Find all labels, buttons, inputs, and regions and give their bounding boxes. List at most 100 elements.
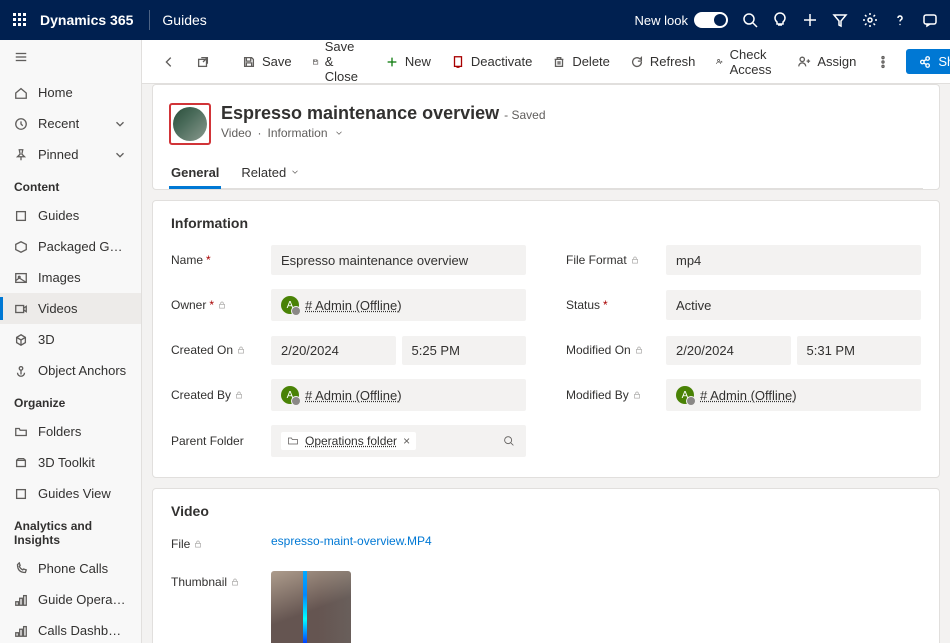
owner-lookup[interactable]: A# Admin (Offline): [271, 289, 526, 321]
nav-operator-sessions[interactable]: Guide Operator Sessi...: [0, 584, 141, 615]
record-thumbnail[interactable]: [173, 107, 207, 141]
nav-guides[interactable]: Guides: [0, 200, 141, 231]
lock-icon: [632, 390, 642, 400]
record-saved-state: - Saved: [504, 108, 545, 122]
lock-icon: [634, 345, 644, 355]
nav-guides-view[interactable]: Guides View: [0, 478, 141, 509]
field-modified-by: Modified By A# Admin (Offline): [566, 379, 921, 411]
section-content: Content: [0, 170, 141, 200]
lock-icon: [236, 345, 246, 355]
field-status: Status * Active: [566, 289, 921, 321]
nav-calls-dashboard[interactable]: Calls Dashboard: [0, 615, 141, 643]
chevron-down-icon[interactable]: [334, 128, 344, 138]
chevron-down-icon: [113, 148, 127, 162]
refresh-button[interactable]: Refresh: [622, 48, 704, 75]
lock-icon: [230, 577, 240, 587]
field-name: Name * Espresso maintenance overview: [171, 245, 526, 275]
back-button[interactable]: [154, 49, 184, 75]
field-file-format: File Format mp4: [566, 245, 921, 275]
add-icon[interactable]: [802, 12, 818, 28]
section-analytics: Analytics and Insights: [0, 509, 141, 553]
check-access-button[interactable]: Check Access: [707, 41, 785, 83]
chevron-down-icon: [113, 117, 127, 131]
save-close-button[interactable]: Save & Close: [304, 40, 373, 90]
field-thumbnail: Thumbnail Open: [171, 571, 526, 643]
nav-videos[interactable]: Videos: [0, 293, 141, 324]
section-title: Video: [171, 503, 921, 519]
share-button[interactable]: Share: [906, 49, 950, 74]
nav-recent[interactable]: Recent: [0, 108, 141, 139]
sidebar: Home Recent Pinned Content Guides Packag…: [0, 40, 142, 643]
search-icon[interactable]: [502, 434, 516, 448]
status-value[interactable]: Active: [666, 290, 921, 320]
sidebar-toggle[interactable]: [0, 40, 141, 77]
record-title: Espresso maintenance overview: [221, 103, 499, 123]
thumbnail-preview[interactable]: [271, 571, 351, 643]
brand-label[interactable]: Dynamics 365: [40, 12, 133, 28]
save-button[interactable]: Save: [234, 48, 300, 75]
file-link[interactable]: espresso-maint-overview.MP4: [271, 534, 432, 548]
record-thumbnail-highlight: [169, 103, 211, 145]
command-bar: Save Save & Close New Deactivate Delete …: [142, 40, 950, 84]
entity-label: Video: [221, 126, 251, 140]
nav-pinned[interactable]: Pinned: [0, 139, 141, 170]
created-on-value: 2/20/20245:25 PM: [271, 335, 526, 365]
lock-icon: [217, 300, 227, 310]
remove-tag[interactable]: ×: [403, 434, 410, 448]
record-header-panel: Espresso maintenance overview - Saved Vi…: [152, 84, 940, 190]
field-owner: Owner * A# Admin (Offline): [171, 289, 526, 321]
search-icon[interactable]: [742, 12, 758, 28]
delete-button[interactable]: Delete: [544, 48, 618, 75]
app-launcher-icon[interactable]: [12, 12, 28, 28]
folder-icon: [287, 435, 299, 447]
chevron-down-icon: [290, 167, 300, 177]
new-look-label: New look: [635, 13, 688, 28]
field-file: File espresso-maint-overview.MP4: [171, 533, 526, 551]
lightbulb-icon[interactable]: [772, 12, 788, 28]
nav-phone-calls[interactable]: Phone Calls: [0, 553, 141, 584]
help-icon[interactable]: [892, 12, 908, 28]
video-section: Video File espresso-maint-overview.MP4 T…: [152, 488, 940, 643]
name-input[interactable]: Espresso maintenance overview: [271, 245, 526, 275]
section-organize: Organize: [0, 386, 141, 416]
lock-icon: [193, 539, 203, 549]
tab-general[interactable]: General: [169, 157, 221, 188]
avatar: A: [281, 296, 299, 314]
assign-button[interactable]: Assign: [789, 48, 864, 75]
avatar: A: [281, 386, 299, 404]
open-new-window-button[interactable]: [188, 49, 218, 75]
new-look-toggle[interactable]: New look: [635, 12, 728, 28]
settings-icon[interactable]: [862, 12, 878, 28]
parent-folder-lookup[interactable]: Operations folder×: [271, 425, 526, 457]
modified-by-value[interactable]: A# Admin (Offline): [666, 379, 921, 411]
section-title: Information: [171, 215, 921, 231]
field-modified-on: Modified On 2/20/20245:31 PM: [566, 335, 921, 365]
nav-folders[interactable]: Folders: [0, 416, 141, 447]
nav-3d-toolkit[interactable]: 3D Toolkit: [0, 447, 141, 478]
field-created-on: Created On 2/20/20245:25 PM: [171, 335, 526, 365]
top-navigation-bar: Dynamics 365 Guides New look: [0, 0, 950, 40]
new-button[interactable]: New: [377, 48, 439, 75]
field-parent-folder: Parent Folder Operations folder×: [171, 425, 526, 457]
chat-icon[interactable]: [922, 12, 938, 28]
divider: [149, 10, 150, 30]
modified-on-value: 2/20/20245:31 PM: [666, 335, 921, 365]
toggle-switch[interactable]: [694, 12, 728, 28]
deactivate-button[interactable]: Deactivate: [443, 48, 540, 75]
module-label[interactable]: Guides: [162, 12, 206, 28]
nav-object-anchors[interactable]: Object Anchors: [0, 355, 141, 386]
tab-bar: General Related: [169, 157, 923, 189]
created-by-value[interactable]: A# Admin (Offline): [271, 379, 526, 411]
nav-images[interactable]: Images: [0, 262, 141, 293]
nav-3d[interactable]: 3D: [0, 324, 141, 355]
filter-icon[interactable]: [832, 12, 848, 28]
lock-icon: [630, 255, 640, 265]
form-name[interactable]: Information: [267, 126, 327, 140]
file-format-value: mp4: [666, 245, 921, 275]
tab-related[interactable]: Related: [239, 157, 302, 188]
nav-home[interactable]: Home: [0, 77, 141, 108]
nav-packaged-guides[interactable]: Packaged Guides: [0, 231, 141, 262]
avatar: A: [676, 386, 694, 404]
lock-icon: [234, 390, 244, 400]
overflow-button[interactable]: [868, 49, 898, 75]
